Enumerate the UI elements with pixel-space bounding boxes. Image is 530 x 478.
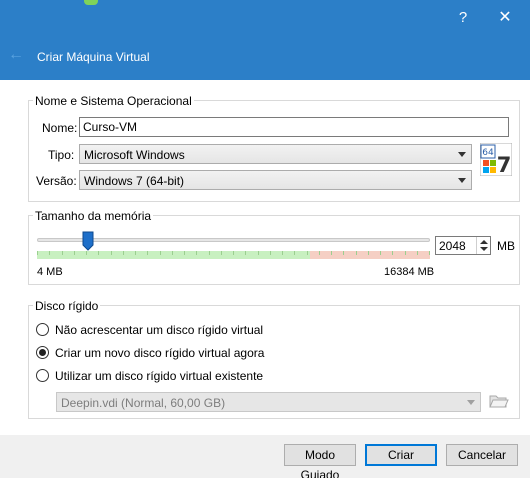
memory-scale-tick: [233, 251, 234, 255]
memory-min-label: 4 MB: [37, 266, 63, 278]
dialog-title: Criar Máquina Virtual: [37, 50, 150, 64]
background-window-sliver: [84, 0, 98, 5]
spin-up-icon[interactable]: [480, 240, 488, 244]
memory-scale-tick: [123, 251, 124, 255]
os-icon-digit: 7: [497, 153, 512, 176]
name-field[interactable]: Curso-VM: [79, 117, 509, 137]
memory-scale-tick: [209, 251, 210, 255]
memory-scale-tick: [282, 251, 283, 255]
radio-create-disk-label[interactable]: Criar um novo disco rígido virtual agora: [55, 346, 264, 360]
version-select[interactable]: Windows 7 (64-bit): [79, 170, 472, 190]
name-label: Nome:: [42, 121, 78, 135]
memory-scale-tick: [172, 251, 173, 255]
cancel-button[interactable]: Cancelar: [446, 444, 518, 466]
memory-spin-buttons: [476, 237, 490, 254]
memory-scale-tick: [74, 251, 75, 255]
memory-scale-tick: [270, 251, 271, 255]
memory-unit-label: MB: [497, 239, 515, 253]
existing-disk-select: Deepin.vdi (Normal, 60,00 GB): [56, 392, 481, 412]
memory-slider-thumb[interactable]: [82, 231, 94, 251]
memory-scale-tick: [111, 251, 112, 255]
memory-scale-safe-zone: [37, 251, 310, 259]
chevron-down-icon: [458, 152, 466, 157]
radio-create-disk-button[interactable]: [36, 346, 49, 359]
type-select-value: Microsoft Windows: [84, 148, 185, 162]
memory-group-title: Tamanho da memória: [33, 209, 154, 223]
memory-scale-tick: [417, 251, 418, 255]
type-select[interactable]: Microsoft Windows: [79, 144, 472, 164]
type-label: Tipo:: [48, 148, 75, 162]
memory-scale-tick: [62, 251, 63, 255]
guided-mode-button[interactable]: Modo Guiado: [284, 444, 356, 478]
memory-slider-track[interactable]: [37, 238, 430, 242]
memory-value[interactable]: 2048: [439, 239, 466, 253]
memory-scale-warning-zone: [310, 251, 430, 259]
os-icon-badge: 64: [482, 148, 494, 158]
windows-7-64bit-icon: 64 7: [480, 143, 512, 176]
memory-scale-tick: [37, 251, 38, 255]
memory-scale-tick: [343, 251, 344, 255]
spin-down-icon[interactable]: [480, 247, 488, 251]
memory-scale-tick: [294, 251, 295, 255]
memory-scale-tick: [196, 251, 197, 255]
memory-scale-tick: [356, 251, 357, 255]
memory-scale-tick: [49, 251, 50, 255]
memory-scale-tick: [258, 251, 259, 255]
memory-scale-tick: [331, 251, 332, 255]
memory-scale-tick: [98, 251, 99, 255]
version-select-value: Windows 7 (64-bit): [84, 174, 185, 188]
existing-disk-value: Deepin.vdi (Normal, 60,00 GB): [61, 396, 226, 410]
memory-scale-tick: [135, 251, 136, 255]
folder-open-icon: [489, 395, 509, 408]
memory-slider-scale: [37, 251, 430, 259]
version-label: Versão:: [36, 174, 77, 188]
radio-no-disk-button[interactable]: [36, 323, 49, 336]
memory-scale-tick: [221, 251, 222, 255]
name-os-group-title: Nome e Sistema Operacional: [33, 94, 194, 108]
memory-scale-tick: [319, 251, 320, 255]
wizard-header: ← Criar Máquina Virtual: [0, 35, 530, 80]
chevron-down-icon: [467, 400, 475, 405]
create-button[interactable]: Criar: [365, 444, 437, 466]
memory-scale-tick: [392, 251, 393, 255]
memory-scale-tick: [380, 251, 381, 255]
memory-scale-tick: [245, 251, 246, 255]
memory-scale-tick: [86, 251, 87, 255]
memory-scale-tick: [147, 251, 148, 255]
radio-existing-disk-button[interactable]: [36, 369, 49, 382]
close-button[interactable]: ✕: [495, 8, 515, 28]
memory-spinbox[interactable]: 2048: [435, 236, 491, 255]
radio-existing-disk-label[interactable]: Utilizar um disco rígido virtual existen…: [55, 369, 263, 383]
memory-scale-tick: [160, 251, 161, 255]
memory-scale-tick: [368, 251, 369, 255]
window-titlebar: ? ✕: [0, 0, 530, 35]
memory-scale-tick: [429, 251, 430, 255]
memory-max-label: 16384 MB: [384, 266, 435, 278]
chevron-down-icon: [458, 178, 466, 183]
memory-scale-tick: [307, 251, 308, 255]
memory-scale-tick: [184, 251, 185, 255]
memory-scale-tick: [405, 251, 406, 255]
disk-group-title: Disco rígido: [33, 299, 101, 313]
back-arrow-icon[interactable]: ←: [8, 46, 24, 64]
help-button[interactable]: ?: [453, 8, 473, 28]
radio-no-disk-label[interactable]: Não acrescentar um disco rígido virtual: [55, 323, 263, 337]
